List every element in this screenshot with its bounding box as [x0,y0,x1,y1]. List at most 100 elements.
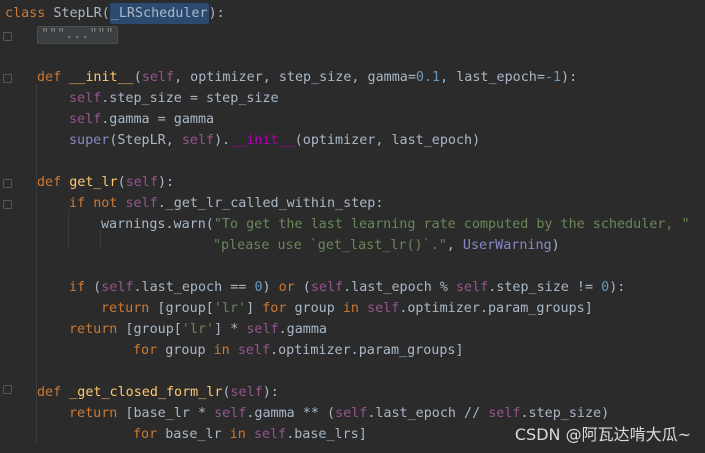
number-literal: 0.1 [415,70,441,85]
docstring-fold-button[interactable]: """...""" [37,25,118,44]
fold-marker-icon[interactable] [3,74,12,83]
code-line-18: def _get_closed_form_lr(self): [37,382,279,403]
statement-text: .gamma ** ( [246,406,336,421]
keyword-in: in [213,343,230,358]
self-token: self [310,280,344,295]
keyword-or: or [278,280,295,295]
params-end: ): [561,70,578,85]
magic-method: __init__ [230,133,295,148]
string-literal: "To get the last learning rate computed … [213,217,690,232]
watermark: CSDN @阿瓦达啃大瓜~ [514,425,691,444]
paren: ( [101,6,110,21]
string-literal: "please use `get_last_lr()`." [213,238,447,253]
self-token: self [69,112,102,127]
statement-text: (StepLR, [109,133,182,148]
params-end: ): [262,385,279,400]
self-token: self [141,70,175,85]
fold-marker-icon[interactable] [3,385,12,394]
self-token: self [246,322,279,337]
self-token: self [125,175,158,190]
statement-text: [group[ [149,301,214,316]
string-literal: 'lr' [213,301,247,316]
statement-text: .gamma [278,322,327,337]
keyword-not: not [93,196,118,211]
code-line-5: self .gamma = gamma [69,109,214,130]
self-token: self [125,196,158,211]
code-line-9: if not self ._get_lr_called_within_step: [69,193,383,214]
number-literal: 0 [601,280,610,295]
statement-text: warnings.warn( [101,217,214,232]
number-literal: -1 [544,70,562,85]
code-line-13: if (self .last_epoch == 0) or (self .last_… [69,277,625,298]
paren: ( [133,70,142,85]
self-token: self [214,406,247,421]
statement-text: group [286,301,343,316]
code-editor[interactable]: class StepLR(_LRScheduler): """...""" de… [0,0,705,453]
builtin-super: super [69,133,110,148]
class-name: StepLR [53,6,102,21]
self-token: self [101,280,134,295]
statement-text: , [446,238,463,253]
keyword-in: in [229,427,246,442]
self-token: self [237,343,271,358]
keyword-return: return [101,301,150,316]
statement-text: ( [294,280,311,295]
self-token: self [367,301,400,316]
statement-text: .last_epoch // [367,406,489,421]
statement-text: .step_size = step_size [101,91,279,106]
statement-text: ( [85,280,102,295]
statement-text: .gamma = gamma [101,112,215,127]
function-name: _get_closed_form_lr [69,385,223,400]
builtin-class: UserWarning [462,238,552,253]
statement-text: .base_lrs] [286,427,367,442]
fold-marker-icon[interactable] [3,32,12,41]
statement-text: ._get_lr_called_within_step: [157,196,384,211]
keyword-def: def [37,385,62,400]
keyword-for: for [133,343,158,358]
code-line-20: for base_lr in self .base_lrs] [133,424,367,445]
statement-text: .step_size != [488,280,602,295]
statement-text: (optimizer, last_epoch) [294,133,481,148]
code-line-15: return [group['lr'] * self .gamma [69,319,327,340]
params-text: , optimizer, step_size, gamma= [174,70,416,85]
code-line-10: warnings.warn("To get the last learning … [101,214,690,235]
keyword-def: def [37,175,62,190]
statement-text: [group[ [117,322,182,337]
code-line-16: for group in self .optimizer.param_groups… [133,340,464,361]
statement-text [246,424,254,445]
string-literal: 'lr' [181,322,215,337]
statement-text: .last_epoch == [133,280,255,295]
keyword-return: return [69,322,118,337]
statement-text: base_lr [157,427,230,442]
params-end: ): [157,175,175,190]
statement-text: ) [551,238,560,253]
keyword-return: return [69,406,118,421]
statement-text [359,298,367,319]
indent-guide [68,210,69,250]
function-name: __init__ [69,70,134,85]
keyword-for: for [262,301,287,316]
keyword-for: for [133,427,158,442]
self-token: self [456,280,489,295]
keyword-def: def [37,70,62,85]
statement-text: ) [262,280,279,295]
function-name: get_lr [69,175,118,190]
statement-text: ): [609,280,626,295]
self-token: self [181,133,215,148]
params-text: , last_epoch= [440,70,545,85]
self-token: self [253,427,287,442]
code-line-6: super (StepLR, self). __init__ (optimizer, … [69,130,480,151]
code-line-3: def __init__(self, optimizer, step_size,… [37,67,577,88]
code-line-14: return [group['lr'] for group in self .op… [101,298,593,319]
number-literal: 0 [254,280,263,295]
fold-marker-icon[interactable] [3,179,12,188]
keyword-if: if [69,280,86,295]
fold-marker-icon[interactable] [3,200,12,209]
statement-text: .optimizer.param_groups] [270,343,464,358]
code-line-1: class StepLR(_LRScheduler): [5,3,225,24]
keyword-class: class [5,6,46,21]
code-line-8: def get_lr(self): [37,172,174,193]
base-class-highlight[interactable]: _LRScheduler [109,3,209,24]
code-line-4: self .step_size = step_size [69,88,279,109]
paren: ( [117,175,126,190]
